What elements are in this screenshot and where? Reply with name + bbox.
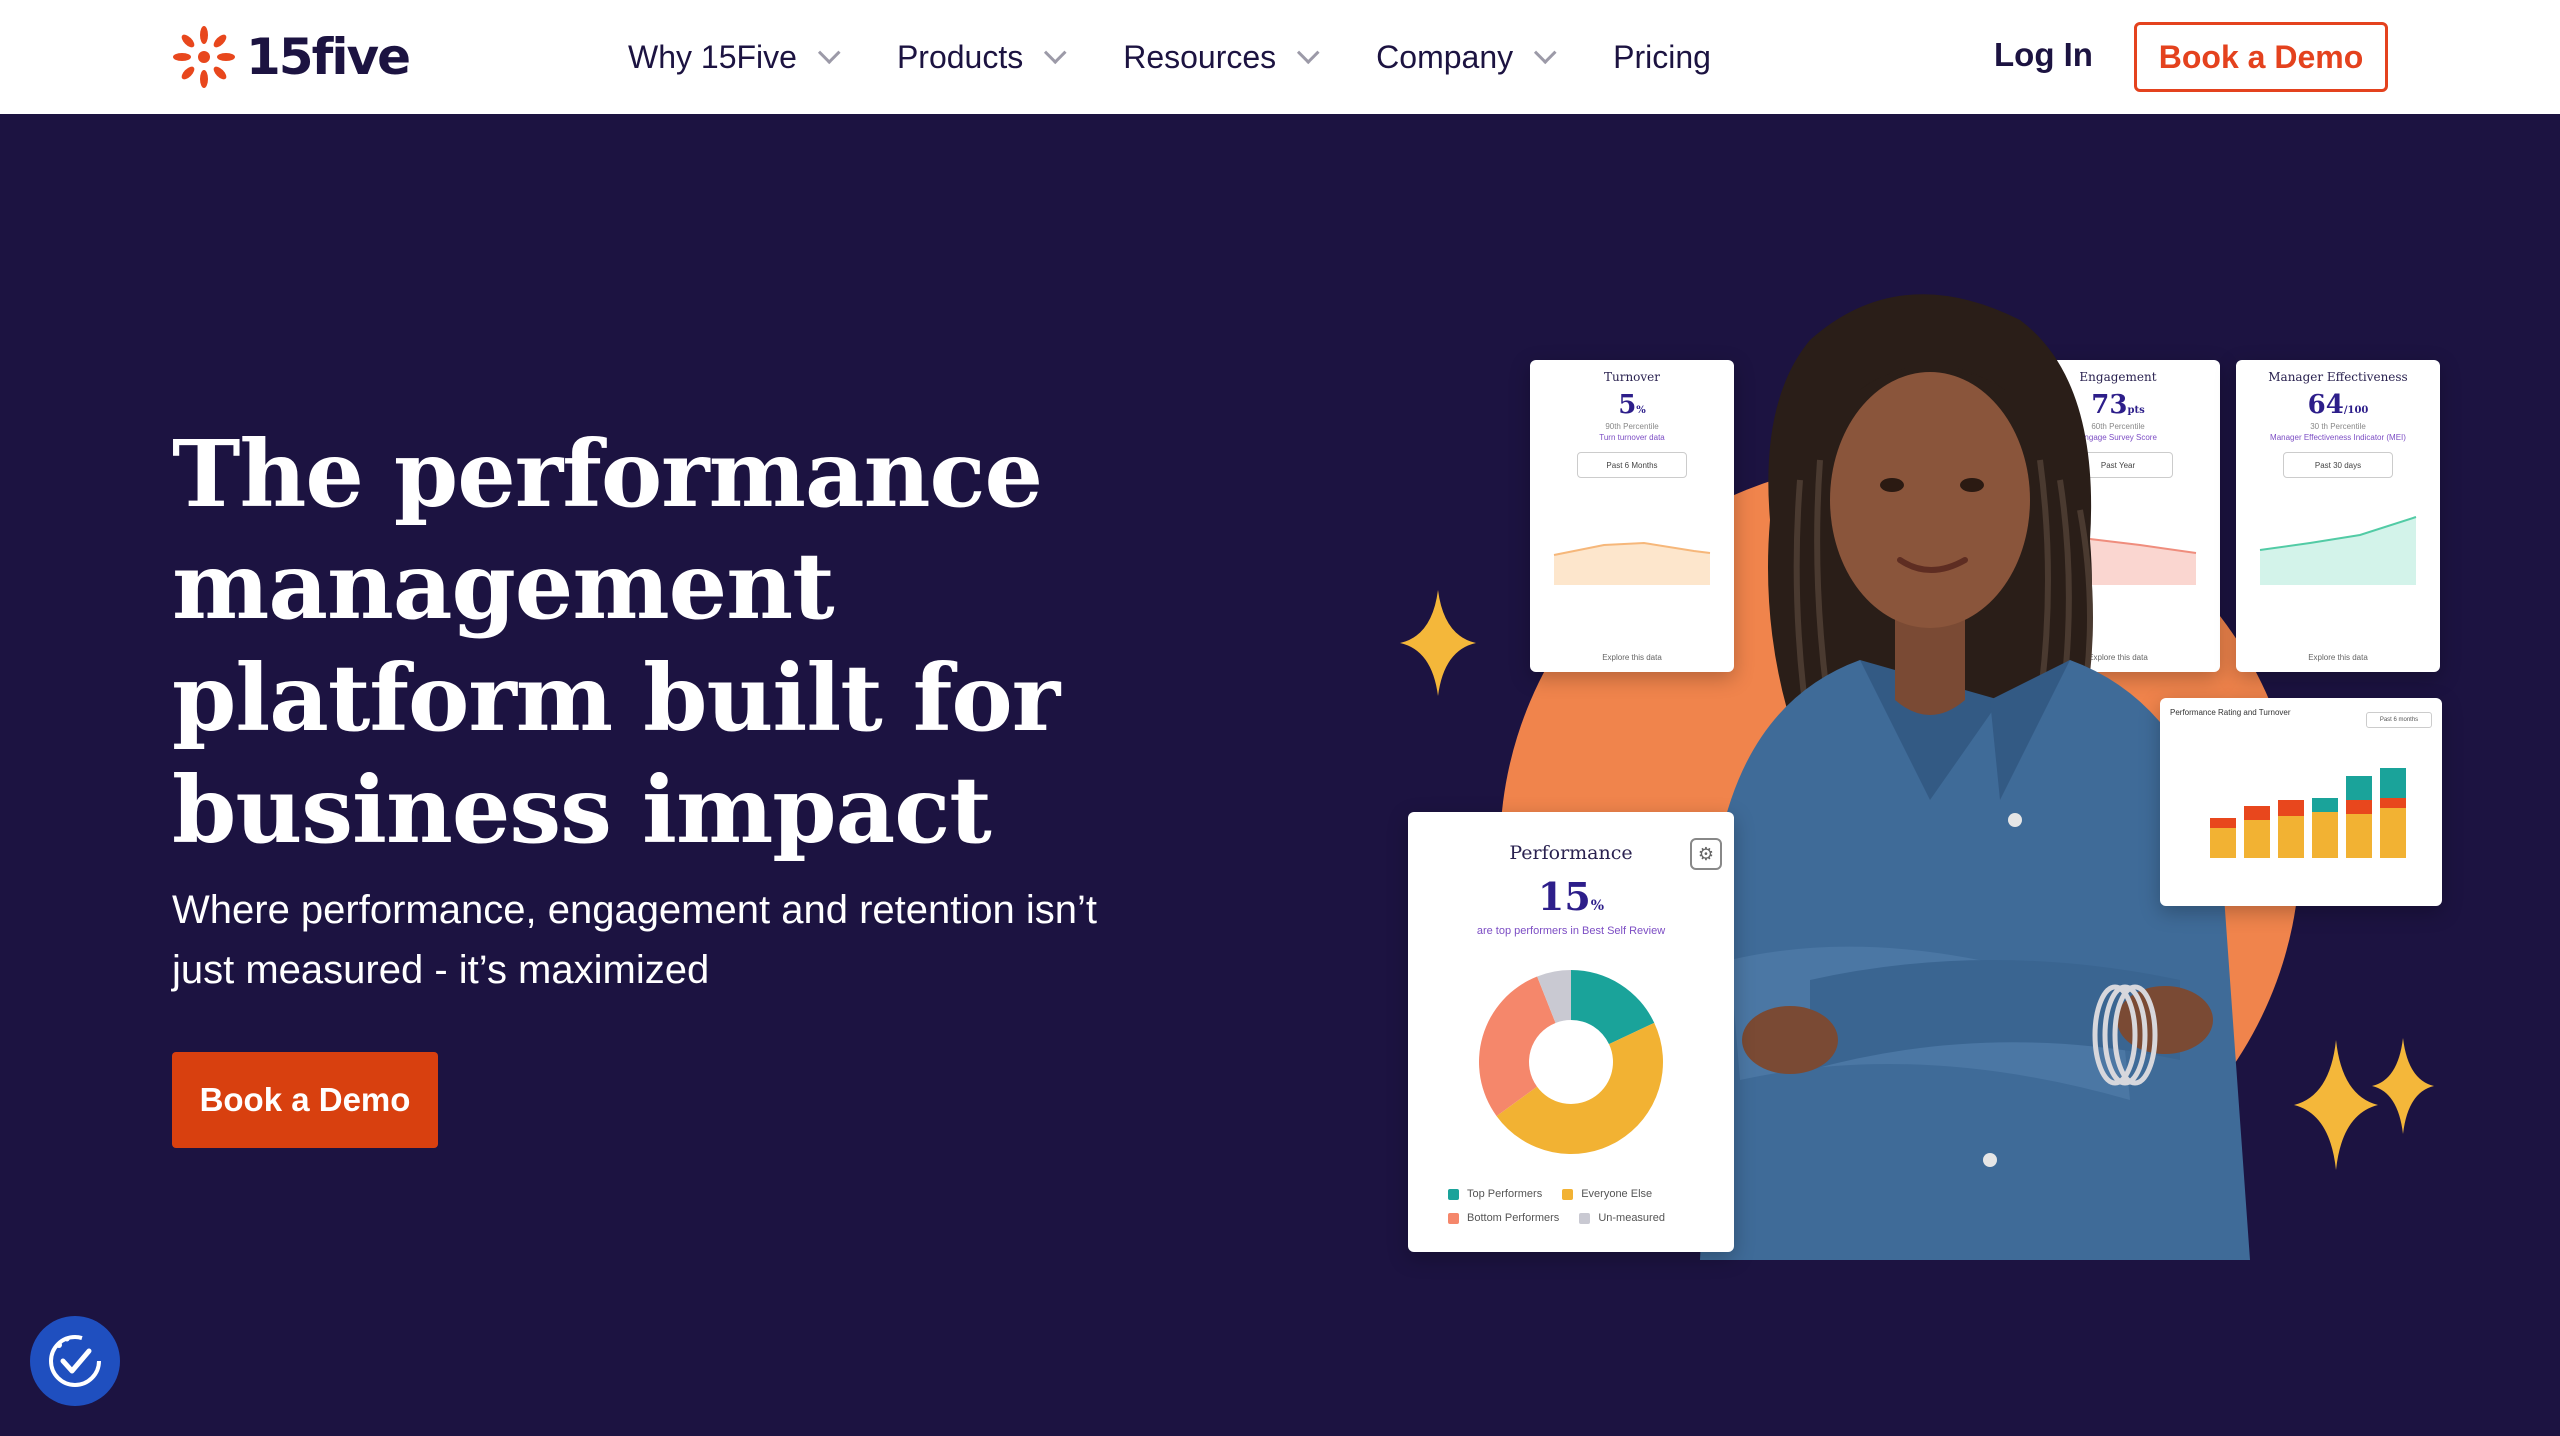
nav-item-resources[interactable]: Resources bbox=[1123, 38, 1320, 76]
legend-swatch bbox=[1448, 1212, 1459, 1224]
accessibility-icon bbox=[49, 1335, 101, 1387]
nav-item-label: Resources bbox=[1123, 38, 1277, 75]
legend-label: Top Performers bbox=[1467, 1188, 1543, 1200]
logo[interactable]: 15five bbox=[170, 24, 411, 90]
manager-number: 64 bbox=[2307, 390, 2344, 420]
legend-label: Bottom Performers bbox=[1467, 1212, 1560, 1224]
performance-card: ⚙ Performance 15% are top performers in … bbox=[1408, 812, 1734, 1252]
nav-item-why-15five[interactable]: Why 15Five bbox=[628, 38, 841, 76]
performance-number: 15 bbox=[1537, 874, 1591, 919]
chevron-down-icon bbox=[1044, 41, 1067, 65]
chevron-down-icon bbox=[817, 41, 841, 65]
nav-item-label: Products bbox=[896, 38, 1024, 75]
rating-turnover-card: Performance Rating and Turnover Past 6 m… bbox=[2160, 698, 2442, 906]
legend-label: Everyone Else bbox=[1581, 1188, 1653, 1200]
nav-item-label: Company bbox=[1376, 38, 1514, 75]
legend-swatch bbox=[1448, 1188, 1459, 1200]
manager-sparkline bbox=[2259, 516, 2417, 585]
top-nav: 15five Why 15Five Products Resources Com… bbox=[0, 0, 2560, 114]
chevron-down-icon bbox=[1297, 41, 1320, 65]
turnover-number: 5 bbox=[1618, 390, 1637, 420]
login-link[interactable]: Log In bbox=[1994, 36, 2093, 74]
legend-swatch bbox=[1579, 1212, 1591, 1224]
legend-unmeasured: Un-measured bbox=[1579, 1212, 1665, 1224]
logo-burst-icon bbox=[173, 26, 235, 88]
turnover-unit: % bbox=[1636, 405, 1646, 416]
nav-item-label: Why 15Five bbox=[628, 38, 797, 75]
hero-headline: The performance management platform buil… bbox=[172, 420, 1060, 864]
legend-bottom-performers: Bottom Performers bbox=[1448, 1212, 1559, 1224]
accessibility-button[interactable] bbox=[30, 1316, 120, 1406]
rating-bar-chart bbox=[2210, 768, 2406, 858]
nav-item-company[interactable]: Company bbox=[1376, 38, 1557, 76]
manager-date-pill: Past 30 days bbox=[2283, 452, 2393, 478]
sparkle-icon bbox=[2294, 1040, 2378, 1170]
hero-visual: Turnover 5% 90th Percentile Turn turnove… bbox=[1390, 280, 2450, 1260]
hero-subhead: Where performance, engagement and retent… bbox=[172, 888, 1097, 992]
nav-item-products[interactable]: Products bbox=[896, 38, 1067, 76]
legend-label: Un-measured bbox=[1598, 1212, 1665, 1224]
main-menu: Why 15Five Products Resources Company Pr… bbox=[628, 30, 1775, 84]
manager-unit: /100 bbox=[2343, 405, 2369, 416]
gear-icon[interactable]: ⚙ bbox=[1690, 838, 1722, 870]
legend-swatch bbox=[1562, 1188, 1574, 1200]
sparkle-icon bbox=[2372, 1038, 2434, 1134]
performance-value: 15% bbox=[1408, 874, 1734, 919]
performance-title: Performance bbox=[1509, 842, 1633, 864]
nav-item-label: Pricing bbox=[1613, 38, 1711, 75]
book-demo-nav-button[interactable]: Book a Demo bbox=[2134, 22, 2388, 92]
performance-caption: are top performers in Best Self Review bbox=[1476, 925, 1666, 937]
sparkle-icon bbox=[1400, 590, 1476, 696]
legend-everyone-else: Everyone Else bbox=[1562, 1188, 1652, 1200]
performance-donut-chart bbox=[1479, 970, 1663, 1154]
rating-date-pill: Past 6 months bbox=[2366, 712, 2432, 728]
nav-item-pricing[interactable]: Pricing bbox=[1613, 39, 1711, 76]
book-demo-hero-button[interactable]: Book a Demo bbox=[172, 1052, 438, 1148]
performance-legend: Top Performers Everyone Else Bottom Perf… bbox=[1448, 1176, 1708, 1224]
performance-unit: % bbox=[1590, 898, 1605, 914]
logo-text: 15five bbox=[246, 28, 411, 86]
chevron-down-icon bbox=[1534, 41, 1557, 65]
legend-top-performers: Top Performers bbox=[1448, 1188, 1542, 1200]
